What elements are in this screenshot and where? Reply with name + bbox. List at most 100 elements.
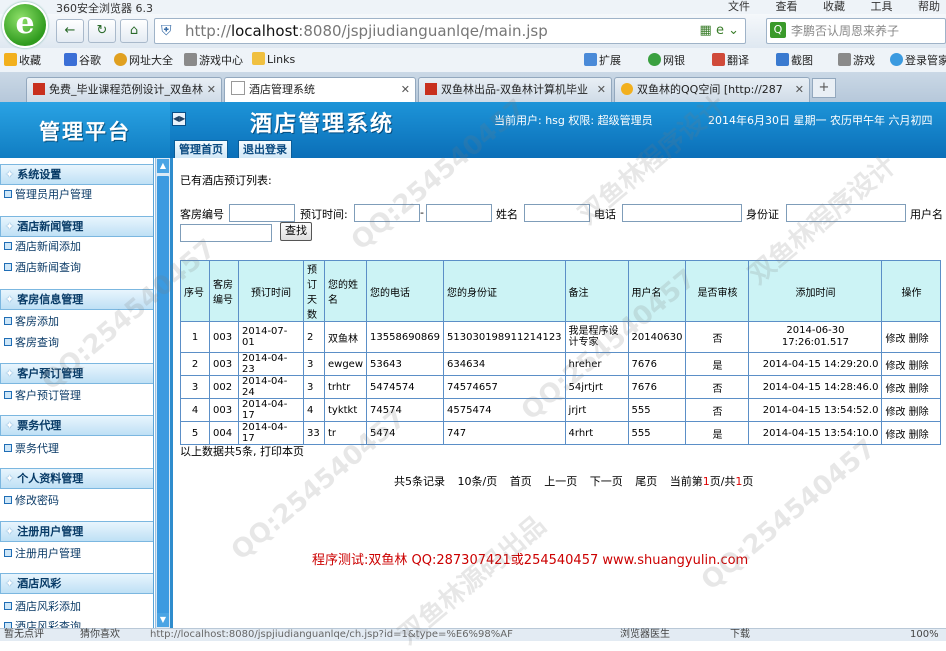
tab-hotel-system[interactable]: 酒店管理系统 ✕ xyxy=(224,77,416,103)
search-button[interactable]: 查找 xyxy=(280,222,312,241)
cell-index: 1 xyxy=(180,321,210,353)
range-separator: - xyxy=(420,206,424,219)
delete-link[interactable]: 删除 xyxy=(909,334,929,345)
tab-shuangyulin[interactable]: 双鱼林出品-双鱼林计算机毕业 ✕ xyxy=(418,77,612,102)
sidebar-item-booking-manage[interactable]: 客户预订管理 xyxy=(0,386,152,406)
toolbar-games[interactable]: 游戏 xyxy=(838,52,875,68)
pager-prev[interactable]: 上一页 xyxy=(544,475,577,488)
back-arrow-icon[interactable]: ← xyxy=(56,19,84,43)
delete-link[interactable]: 删除 xyxy=(909,384,929,395)
new-tab-plus-icon[interactable]: + xyxy=(812,78,836,98)
refresh-icon[interactable]: ↻ xyxy=(88,19,116,43)
scroll-thumb[interactable] xyxy=(157,176,169,616)
sidebar-item-ticketing[interactable]: 票务代理 xyxy=(0,439,152,459)
edit-link[interactable]: 修改 xyxy=(885,407,905,418)
name-input[interactable] xyxy=(524,204,590,222)
sidebar-item-gallery-add[interactable]: 酒店风彩添加 xyxy=(0,597,152,617)
toolbar-translate[interactable]: 翻译 xyxy=(712,52,749,68)
scroll-up-icon[interactable]: ▲ xyxy=(157,159,169,173)
delete-link[interactable]: 删除 xyxy=(909,407,929,418)
sidebar-group-profile[interactable]: ✦ 个人资料管理 xyxy=(0,468,153,489)
sidebar-item-news-add[interactable]: 酒店新闻添加 xyxy=(0,237,152,257)
search-box[interactable]: Q 李鹏否认周恩来养子 xyxy=(766,18,946,44)
sidebar-item-admin-users[interactable]: 管理员用户管理 xyxy=(0,185,152,205)
menu-view[interactable]: 查看 xyxy=(776,0,798,13)
bullet-icon xyxy=(4,190,12,198)
menu-tools[interactable]: 工具 xyxy=(871,0,893,13)
menu-file[interactable]: 文件 xyxy=(728,0,750,13)
sidebar-group-system[interactable]: ✦ 系统设置 xyxy=(0,164,153,185)
tab-qq-space[interactable]: 双鱼林的QQ空间 [http://287 ✕ xyxy=(614,77,810,102)
sidebar-group-registered-users[interactable]: ✦ 注册用户管理 xyxy=(0,521,153,542)
home-icon[interactable]: ⌂ xyxy=(120,19,148,43)
menu-favorites[interactable]: 收藏 xyxy=(823,0,845,13)
cell-room-no: 003 xyxy=(209,321,239,353)
status-review[interactable]: 暂无点评 xyxy=(4,629,44,641)
toolbar-bank[interactable]: 网银 xyxy=(648,52,685,68)
sidebar-item-room-add[interactable]: 客房添加 xyxy=(0,312,152,332)
sidebar-item-change-password[interactable]: 修改密码 xyxy=(0,491,152,511)
sidebar-group-rooms[interactable]: ✦ 客房信息管理 xyxy=(0,289,153,310)
status-browser-doctor[interactable]: 浏览器医生 xyxy=(620,629,670,641)
toolbar-extensions[interactable]: 扩展 xyxy=(584,52,621,68)
edit-link[interactable]: 修改 xyxy=(885,361,905,372)
sidebar-item-news-query[interactable]: 酒店新闻查询 xyxy=(0,258,152,278)
close-icon[interactable]: ✕ xyxy=(207,78,216,102)
tab-course-design[interactable]: 免费_毕业课程范例设计_双鱼林 ✕ xyxy=(26,77,222,102)
pager-next[interactable]: 下一页 xyxy=(590,475,623,488)
status-zoom[interactable]: 100% xyxy=(910,629,939,641)
bookmark-links[interactable]: Links xyxy=(252,52,295,66)
pager-first[interactable]: 首页 xyxy=(510,475,532,488)
star-icon: ✦ xyxy=(5,525,15,538)
delete-link[interactable]: 删除 xyxy=(909,361,929,372)
sidebar-item-room-query[interactable]: 客房查询 xyxy=(0,333,152,353)
edit-link[interactable]: 修改 xyxy=(885,384,905,395)
edit-link[interactable]: 修改 xyxy=(885,430,905,441)
cell-guest-name: tyktkt xyxy=(323,398,368,422)
close-icon[interactable]: ✕ xyxy=(401,78,410,102)
col-remark: 备注 xyxy=(564,260,629,322)
sidebar-item-registered-users[interactable]: 注册用户管理 xyxy=(0,544,152,564)
bookmark-favorites[interactable]: 收藏 xyxy=(4,52,41,68)
delete-link[interactable]: 删除 xyxy=(909,430,929,441)
star-icon xyxy=(621,83,633,95)
search-input[interactable]: 李鹏否认周恩来养子 xyxy=(791,19,899,43)
browser-menu: 文件 查看 收藏 工具 帮助 xyxy=(706,0,940,14)
room-no-input[interactable] xyxy=(229,204,295,222)
bookmark-google[interactable]: 谷歌 xyxy=(64,52,101,68)
sidebar-group-gallery[interactable]: ✦ 酒店风彩 xyxy=(0,573,153,594)
shield-icon: ⛨ xyxy=(161,23,172,39)
phone-input[interactable] xyxy=(622,204,742,222)
status-download[interactable]: 下载 xyxy=(730,629,750,641)
tab-logout[interactable]: 退出登录 xyxy=(238,140,292,159)
order-time-start-input[interactable] xyxy=(354,204,420,222)
sidebar-group-news[interactable]: ✦ 酒店新闻管理 xyxy=(0,216,153,237)
cell-user-name: 555 xyxy=(627,398,687,422)
bookmark-sites[interactable]: 网址大全 xyxy=(114,52,173,68)
collapse-sidebar-icon[interactable]: ◀▶ xyxy=(172,112,186,126)
address-tools-icon[interactable]: ▦ e ⌄ xyxy=(700,19,739,43)
pager: 共5条记录 10条/页 首页 上一页 下一页 尾页 当前第1页/共1页 xyxy=(394,473,762,489)
sidebar-group-booking[interactable]: ✦ 客户预订管理 xyxy=(0,363,153,384)
bullet-icon xyxy=(4,263,12,271)
pager-last[interactable]: 尾页 xyxy=(635,475,657,488)
bookmark-games[interactable]: 游戏中心 xyxy=(184,52,243,68)
sidebar-group-ticketing[interactable]: ✦ 票务代理 xyxy=(0,415,153,436)
menu-help[interactable]: 帮助 xyxy=(918,0,940,13)
status-recommend[interactable]: 猜你喜欢 xyxy=(80,629,120,641)
splitter[interactable] xyxy=(170,158,173,628)
toolbar-screenshot[interactable]: 截图 xyxy=(776,52,813,68)
id-card-input[interactable] xyxy=(786,204,906,222)
cell-id-card: 4575474 xyxy=(443,398,566,422)
close-icon[interactable]: ✕ xyxy=(597,78,606,102)
order-time-end-input[interactable] xyxy=(426,204,492,222)
sidebar-item-gallery-query[interactable]: 酒店风彩查询 xyxy=(0,617,152,628)
edit-link[interactable]: 修改 xyxy=(885,334,905,345)
tab-admin-home[interactable]: 管理首页 xyxy=(174,140,228,159)
scroll-down-icon[interactable]: ▼ xyxy=(157,613,169,627)
user-name-input[interactable] xyxy=(180,224,272,242)
close-icon[interactable]: ✕ xyxy=(795,78,804,102)
sidebar-scrollbar[interactable]: ▲ ▼ xyxy=(155,158,170,628)
address-bar[interactable]: ⛨ http://localhost:8080/jspjiudianguanlq… xyxy=(154,18,746,44)
toolbar-login[interactable]: 登录管家 xyxy=(890,52,946,68)
